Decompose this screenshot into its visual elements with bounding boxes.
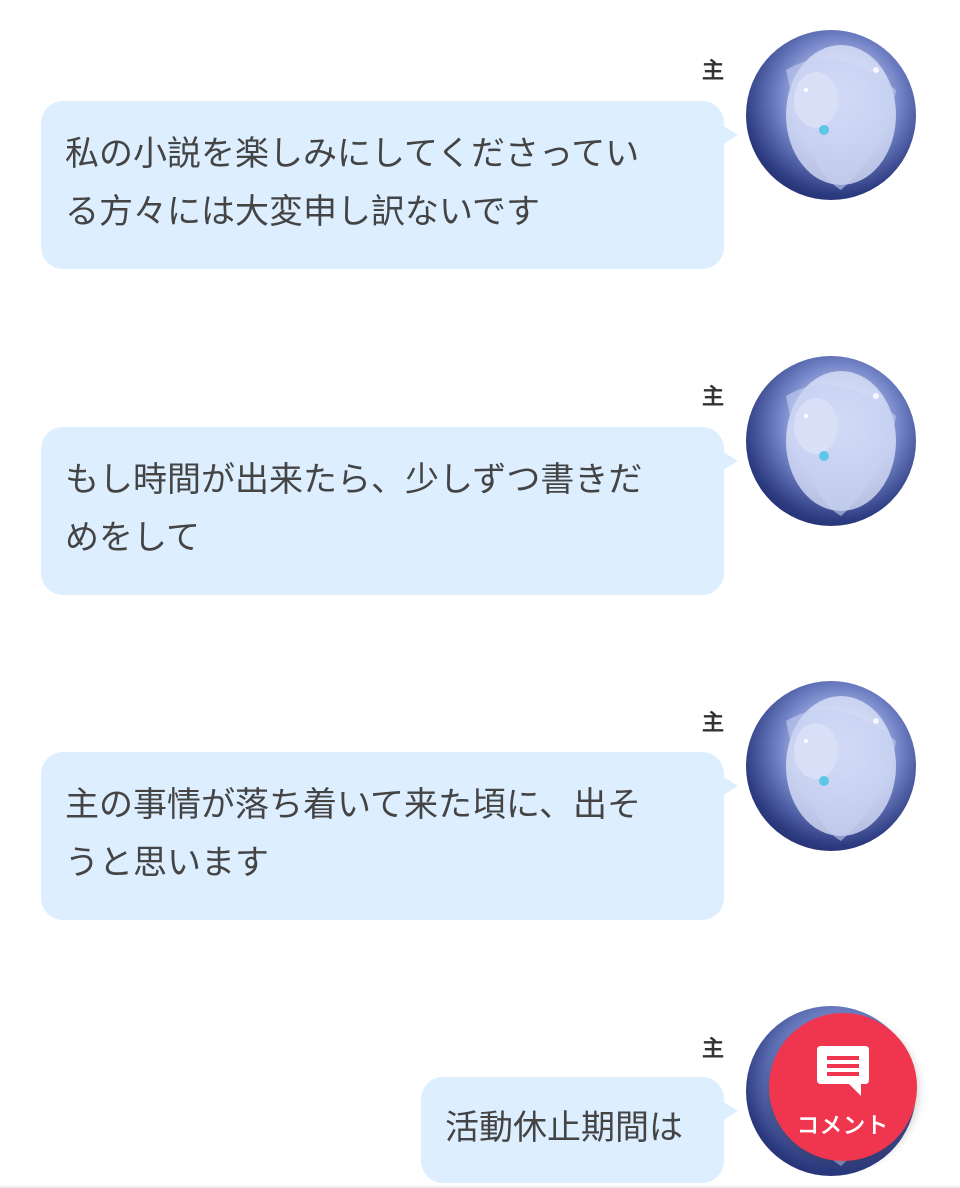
message-bubble: もし時間が出来たら、少しずつ書きだ めをして bbox=[41, 427, 738, 595]
message-line: めをして bbox=[65, 518, 200, 558]
message-line: もし時間が出来たら、少しずつ書きだ bbox=[65, 460, 643, 500]
avatar-illustration bbox=[786, 371, 896, 516]
chat-page: 主 私の小説を楽しみにしてくださってい る方々には大変申し訳ないです 主 もし時… bbox=[0, 0, 960, 1188]
avatar-illustration bbox=[786, 45, 896, 190]
message-bubble: 私の小説を楽しみにしてくださってい る方々には大変申し訳ないです bbox=[41, 101, 738, 269]
avatar[interactable] bbox=[746, 681, 916, 851]
speaker-name: 主 bbox=[701, 1037, 724, 1062]
speaker-name: 主 bbox=[701, 59, 724, 84]
comment-button[interactable]: コメント bbox=[769, 1013, 917, 1161]
bubble-tail bbox=[722, 451, 738, 471]
message-bubble: 主の事情が落ち着いて来た頃に、出そ うと思います bbox=[41, 752, 738, 920]
comment-button-label: コメント bbox=[796, 1114, 889, 1139]
message-bubble: 活動休止期間は bbox=[421, 1077, 738, 1183]
speaker-name: 主 bbox=[701, 711, 724, 736]
bubble-tail bbox=[722, 125, 738, 145]
bubble-tail bbox=[722, 776, 738, 796]
message-line: る方々には大変申し訳ないです bbox=[65, 192, 540, 232]
message-line: 主の事情が落ち着いて来た頃に、出そ bbox=[65, 785, 641, 825]
message-line: 活動休止期間は bbox=[445, 1108, 683, 1148]
avatar[interactable] bbox=[746, 30, 916, 200]
avatar-illustration bbox=[786, 696, 896, 841]
message-line: うと思います bbox=[65, 843, 269, 883]
bubble-tail bbox=[722, 1101, 738, 1121]
message-line: 私の小説を楽しみにしてくださってい bbox=[65, 134, 640, 174]
comment-icon bbox=[817, 1046, 869, 1096]
avatar[interactable] bbox=[746, 356, 916, 526]
speaker-name: 主 bbox=[701, 385, 724, 410]
